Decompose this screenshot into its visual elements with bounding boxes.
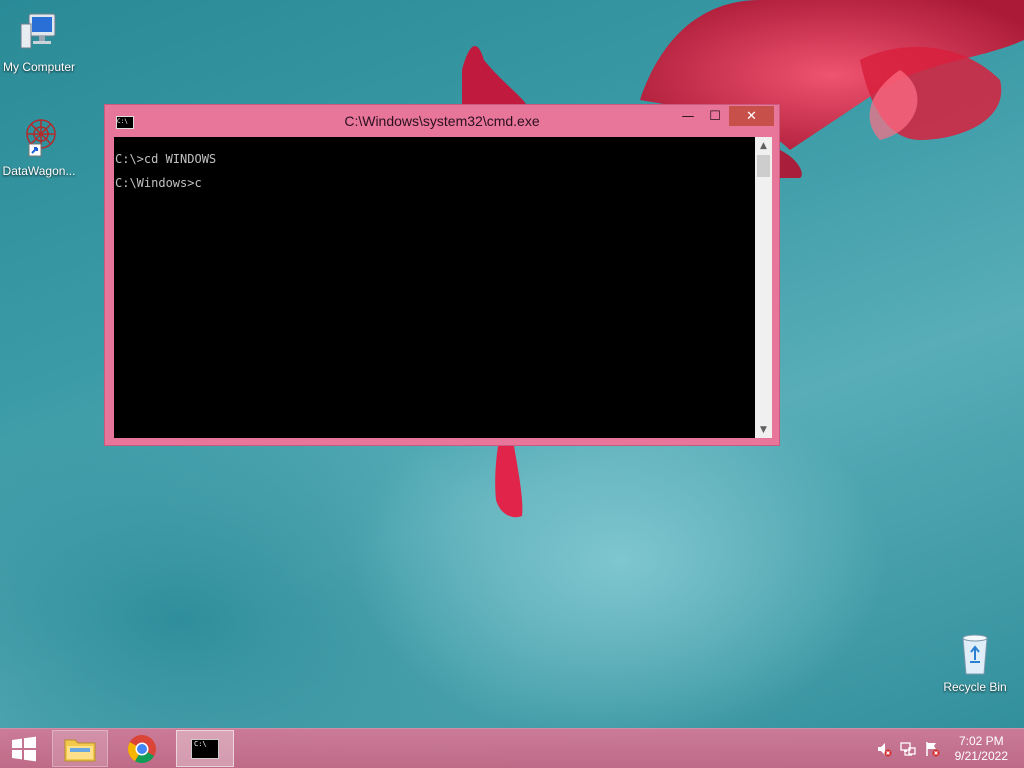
cmd-icon: C:\ [191,738,219,759]
maximize-button[interactable]: ☐ [702,106,728,126]
clock-date: 9/21/2022 [954,749,1008,763]
cmd-titlebar[interactable]: C:\ C:\Windows\system32\cmd.exe — ☐ ✕ [105,105,779,137]
console-line: C:\>cd WINDOWS [115,152,217,166]
console-output[interactable]: C:\>cd WINDOWS C:\Windows>c [114,137,754,438]
vertical-scrollbar[interactable]: ▲ ▼ [755,137,772,438]
desktop-icon-my-computer[interactable]: My Computer [0,10,78,74]
datawagon-icon [26,119,56,157]
taskbar-file-explorer[interactable] [52,730,108,767]
desktop-icon-label: DataWagon... [2,164,76,178]
console-line: C:\Windows>c [115,176,202,190]
computer-icon [20,13,56,49]
desktop-icon-recycle-bin[interactable]: Recycle Bin [936,630,1014,694]
network-icon[interactable] [900,741,916,757]
windows-logo-icon [12,736,36,761]
chrome-icon [128,734,156,763]
taskbar-clock[interactable]: 7:02 PM 9/21/2022 [955,734,1008,764]
clock-time: 7:02 PM [958,734,1004,748]
desktop-icon-datawagon[interactable]: DataWagon... [0,114,78,178]
taskbar-command-prompt[interactable]: C:\ [176,730,234,767]
scroll-thumb[interactable] [757,155,770,177]
taskbar-chrome[interactable] [114,730,170,767]
cmd-window[interactable]: C:\ C:\Windows\system32\cmd.exe — ☐ ✕ C:… [104,104,780,446]
desktop-icon-label: Recycle Bin [943,680,1007,694]
desktop: My Computer DataWagon... Recycle Bin C:\… [0,0,1024,768]
minimize-button[interactable]: — [675,106,701,126]
system-tray: 7:02 PM 9/21/2022 [864,729,1024,768]
scroll-down-arrow-icon[interactable]: ▼ [755,421,772,438]
folder-icon [64,739,96,761]
taskbar: C:\ 7:02 PM 9/21/2022 [0,728,1024,768]
recycle-bin-icon [962,634,988,675]
scroll-up-arrow-icon[interactable]: ▲ [755,137,772,154]
action-center-flag-icon[interactable] [924,741,940,757]
desktop-icon-label: My Computer [2,60,76,74]
start-button[interactable] [0,730,48,767]
volume-muted-icon[interactable] [876,741,892,757]
cmd-console-area[interactable]: C:\>cd WINDOWS C:\Windows>c ▲ ▼ [114,137,772,438]
close-button[interactable]: ✕ [729,106,774,126]
